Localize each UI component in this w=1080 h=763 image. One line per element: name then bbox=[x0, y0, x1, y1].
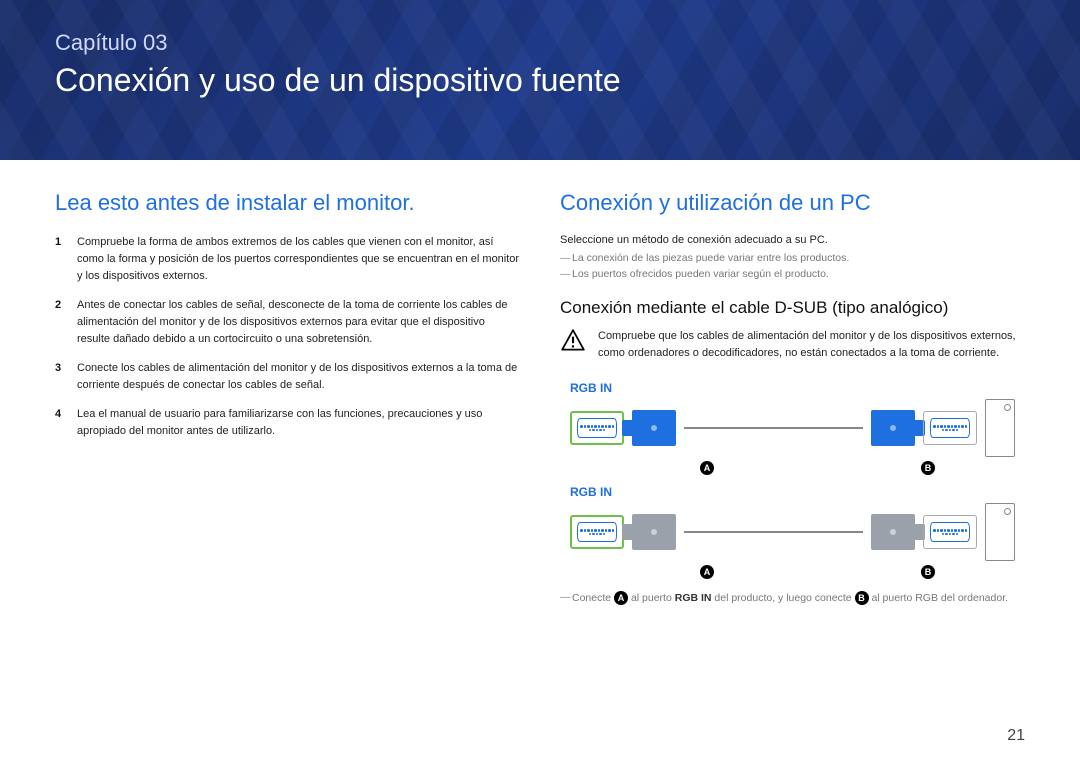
port-label-rgb-in: RGB IN bbox=[570, 381, 1025, 395]
pc-tower-icon bbox=[985, 399, 1015, 457]
port-label-rgb-in: RGB IN bbox=[570, 485, 1025, 499]
connection-diagram-2: RGB IN A B bbox=[560, 477, 1025, 581]
footnote-port-name: RGB IN bbox=[675, 592, 712, 604]
right-intro: Seleccione un método de conexión adecuad… bbox=[560, 234, 1025, 246]
footnote-text: al puerto RGB del ordenador. bbox=[871, 592, 1008, 604]
vga-plug-a-icon bbox=[632, 410, 676, 446]
install-step: Antes de conectar los cables de señal, d… bbox=[55, 297, 520, 348]
install-steps-list: Compruebe la forma de ambos extremos de … bbox=[55, 234, 520, 440]
monitor-rgb-port-icon bbox=[570, 515, 624, 549]
dsub-subheading: Conexión mediante el cable D-SUB (tipo a… bbox=[560, 298, 1025, 318]
cable-icon bbox=[684, 427, 863, 429]
vga-plug-b-icon bbox=[871, 514, 915, 550]
footnote-text: del producto, y luego conecte bbox=[714, 592, 854, 604]
left-heading: Lea esto antes de instalar el monitor. bbox=[55, 190, 520, 216]
right-column: Conexión y utilización de un PC Seleccio… bbox=[560, 190, 1025, 605]
warning-text: Compruebe que los cables de alimentación… bbox=[598, 328, 1025, 361]
right-heading: Conexión y utilización de un PC bbox=[560, 190, 1025, 216]
chapter-title: Conexión y uso de un dispositivo fuente bbox=[55, 62, 1025, 99]
install-step: Conecte los cables de alimentación del m… bbox=[55, 360, 520, 394]
left-column: Lea esto antes de instalar el monitor. C… bbox=[55, 190, 520, 605]
product-note: La conexión de las piezas puede variar e… bbox=[560, 252, 1025, 264]
pc-rgb-port-icon bbox=[923, 411, 977, 445]
badge-b-icon: B bbox=[921, 461, 935, 475]
badge-b-icon: B bbox=[855, 591, 869, 605]
install-step: Lea el manual de usuario para familiariz… bbox=[55, 406, 520, 440]
footnote-text: al puerto bbox=[631, 592, 675, 604]
vga-plug-b-icon bbox=[871, 410, 915, 446]
page-number: 21 bbox=[1007, 727, 1025, 745]
chapter-kicker: Capítulo 03 bbox=[55, 30, 1025, 56]
warning-box: Compruebe que los cables de alimentación… bbox=[560, 328, 1025, 361]
connection-diagram-1: RGB IN A B bbox=[560, 373, 1025, 477]
badge-a-icon: A bbox=[700, 565, 714, 579]
cable-icon bbox=[684, 531, 863, 533]
badge-a-icon: A bbox=[700, 461, 714, 475]
connection-footnote: Conecte A al puerto RGB IN del producto,… bbox=[560, 591, 1025, 605]
badge-b-icon: B bbox=[921, 565, 935, 579]
footnote-text: Conecte bbox=[572, 592, 614, 604]
monitor-rgb-port-icon bbox=[570, 411, 624, 445]
pc-tower-icon bbox=[985, 503, 1015, 561]
badge-a-icon: A bbox=[614, 591, 628, 605]
install-step: Compruebe la forma de ambos extremos de … bbox=[55, 234, 520, 285]
warning-icon bbox=[560, 328, 586, 354]
product-note: Los puertos ofrecidos pueden variar segú… bbox=[560, 268, 1025, 280]
vga-plug-a-icon bbox=[632, 514, 676, 550]
chapter-hero: Capítulo 03 Conexión y uso de un disposi… bbox=[0, 0, 1080, 160]
pc-rgb-port-icon bbox=[923, 515, 977, 549]
